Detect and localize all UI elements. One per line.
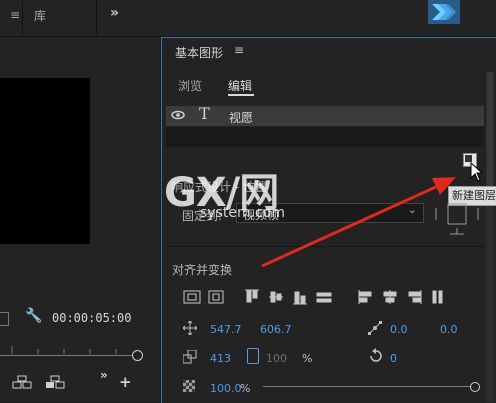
wrench-icon[interactable]: 🔧 <box>25 308 42 324</box>
ruler-ticks <box>11 346 117 354</box>
opacity-value[interactable]: 100.0 <box>210 382 242 395</box>
eye-icon[interactable] <box>171 109 185 123</box>
add-button[interactable]: + <box>119 373 132 391</box>
anchor-y-value[interactable]: 0.0 <box>440 323 458 336</box>
rotation-value[interactable]: 0 <box>390 352 397 365</box>
overwrite-icon[interactable] <box>45 375 65 392</box>
active-tab-indicator <box>228 94 254 96</box>
scale-width-value[interactable]: 100 <box>266 352 287 365</box>
more-panels-button[interactable]: » <box>110 5 119 21</box>
chevron-down-icon[interactable]: ⌄ <box>408 205 416 216</box>
opacity-slider[interactable] <box>263 386 477 387</box>
opacity-unit: % <box>240 382 251 395</box>
checkbox-edge[interactable] <box>0 312 9 326</box>
layers-list-area <box>166 127 484 147</box>
opacity-slider-handle[interactable] <box>470 382 480 392</box>
align-transform-heading: 对齐并变换 <box>172 263 233 277</box>
opacity-icon <box>183 380 195 392</box>
tab-browse[interactable]: 浏览 <box>178 77 202 94</box>
pin-edges-widget[interactable] <box>434 198 480 238</box>
video-preview <box>0 78 90 244</box>
mouse-cursor-icon <box>470 161 484 187</box>
tab-separator <box>96 0 97 36</box>
panel-menu-icon[interactable]: ≡ <box>10 8 20 22</box>
anchor-x-value[interactable]: 0.0 <box>390 323 408 336</box>
more-buttons-icon[interactable]: » <box>100 368 108 382</box>
insert-icon[interactable] <box>12 375 32 392</box>
tab-separator <box>22 0 23 36</box>
scale-icon <box>182 349 197 368</box>
layer-name[interactable]: 视愿 <box>229 109 253 126</box>
scale-value[interactable]: 413 <box>210 352 231 365</box>
tab-edit[interactable]: 编辑 <box>228 77 252 94</box>
position-y-value[interactable]: 606.7 <box>260 323 292 336</box>
layer-row-selected[interactable] <box>166 106 484 126</box>
rotation-icon <box>368 348 384 368</box>
text-layer-icon: T <box>199 104 210 123</box>
scrollbar-thumb[interactable] <box>487 72 493 202</box>
duration-timecode: 00:00:05:00 <box>52 311 132 325</box>
section-divider <box>166 246 484 247</box>
lock-scale-icon[interactable] <box>247 348 259 364</box>
position-x-value[interactable]: 547.7 <box>210 323 242 336</box>
panel-menu-icon[interactable]: ≡ <box>234 43 244 57</box>
timeline-ruler[interactable] <box>0 355 134 356</box>
scale-unit: % <box>302 352 313 365</box>
tab-library[interactable]: 库 <box>34 7 46 24</box>
watermark-subtext: system.com <box>200 205 285 221</box>
top-bar <box>0 0 496 37</box>
app-logo <box>428 0 460 24</box>
align-toolbar <box>183 289 443 305</box>
position-icon <box>182 320 198 339</box>
anchor-point-icon <box>368 321 382 339</box>
panel-title: 基本图形 <box>175 46 224 60</box>
